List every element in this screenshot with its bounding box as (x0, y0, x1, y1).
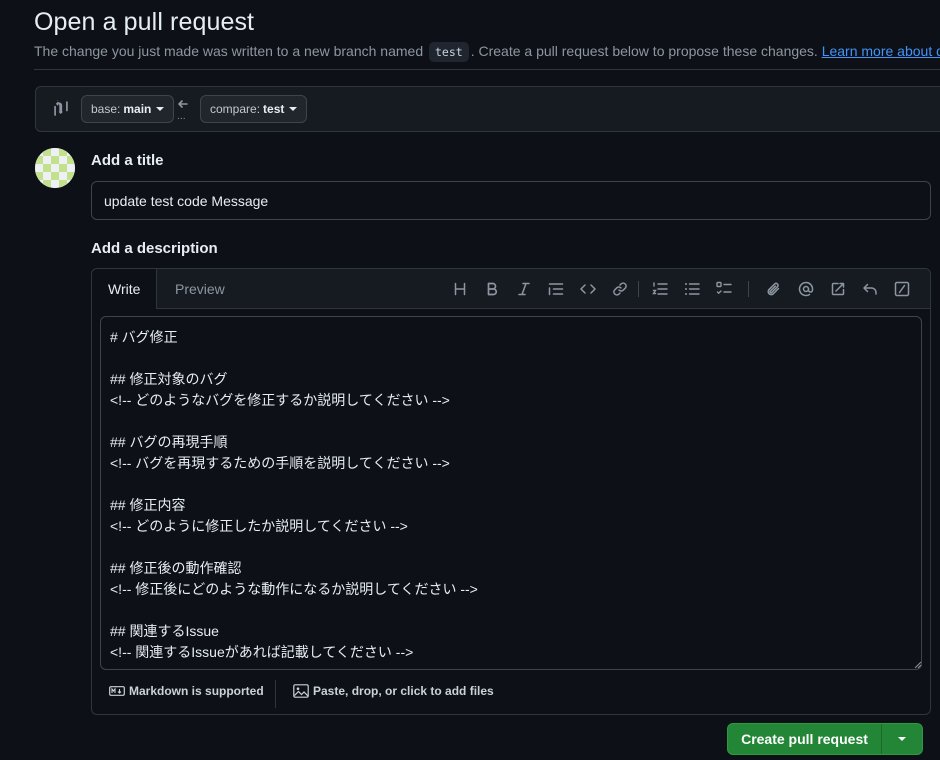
title-input[interactable] (91, 181, 931, 220)
subtitle-text: The change you just made was written to … (34, 43, 424, 59)
caret-down-icon (156, 107, 165, 111)
attach-files-button[interactable]: Paste, drop, or click to add files (293, 684, 494, 698)
tab-preview[interactable]: Preview (159, 269, 241, 309)
create-options-dropdown[interactable] (882, 724, 922, 754)
slash-command-icon[interactable] (892, 279, 912, 299)
compare-branch-value: test (263, 102, 285, 116)
create-pull-request-group: Create pull request (727, 723, 923, 755)
subtitle-text-2: . Create a pull request below to propose… (470, 43, 818, 59)
compare-prefix: compare: (210, 102, 261, 116)
caret-down-icon (289, 107, 298, 111)
undo-icon[interactable] (860, 279, 880, 299)
bold-icon[interactable] (482, 279, 502, 299)
description-label: Add a description (91, 240, 218, 257)
link-icon[interactable] (610, 279, 630, 299)
identicon-icon (35, 148, 75, 188)
page-subtitle: The change you just made was written to … (34, 42, 940, 62)
create-pull-request-button[interactable]: Create pull request (728, 724, 882, 754)
mention-icon[interactable] (796, 279, 816, 299)
title-label: Add a title (91, 152, 164, 169)
avatar (35, 148, 75, 188)
compare-branch-button[interactable]: compare: test (200, 95, 308, 123)
base-branch-value: main (123, 102, 152, 116)
toolbar-divider (638, 281, 639, 297)
editor-tabbar: Write Preview (92, 269, 930, 309)
footer-divider (275, 680, 276, 708)
attach-icon[interactable] (764, 279, 784, 299)
image-icon (293, 684, 309, 698)
editor-footer: Markdown is supported Paste, drop, or cl… (92, 672, 930, 715)
base-prefix: base: (91, 102, 121, 116)
page-title: Open a pull request (34, 8, 255, 36)
attach-note: Paste, drop, or click to add files (313, 684, 494, 698)
ellipsis-text: ... (177, 112, 186, 121)
description-textarea[interactable]: # バグ修正 ## 修正対象のバグ <!-- どのようなバグを修正するか説明して… (100, 316, 922, 670)
markdown-toolbar (450, 279, 920, 299)
unordered-list-icon[interactable] (682, 279, 702, 299)
code-icon[interactable] (578, 279, 598, 299)
heading-icon[interactable] (450, 279, 470, 299)
quote-icon[interactable] (546, 279, 566, 299)
branch-selector-bar: base: main ... compare: test (35, 86, 940, 132)
italic-icon[interactable] (514, 279, 534, 299)
git-compare-icon (54, 100, 68, 116)
branch-name-code: test (429, 42, 469, 62)
caret-down-icon (898, 737, 906, 741)
divider (34, 69, 940, 70)
toolbar-divider (748, 281, 749, 297)
reference-icon[interactable] (828, 279, 848, 299)
arrow-left-icon: ... (177, 100, 188, 121)
markdown-note: Markdown is supported (129, 684, 264, 698)
base-branch-button[interactable]: base: main (81, 95, 175, 123)
ordered-list-icon[interactable] (650, 279, 670, 299)
markdown-icon (109, 686, 125, 696)
tab-write[interactable]: Write (92, 269, 158, 309)
description-editor: Write Preview # バグ修正 ## 修正対象のバグ <!-- どのよ… (91, 268, 931, 715)
learn-more-link[interactable]: Learn more about diff (822, 43, 940, 59)
resize-grip-icon[interactable] (914, 661, 922, 669)
markdown-supported-link[interactable]: Markdown is supported (109, 684, 264, 698)
task-list-icon[interactable] (714, 279, 734, 299)
